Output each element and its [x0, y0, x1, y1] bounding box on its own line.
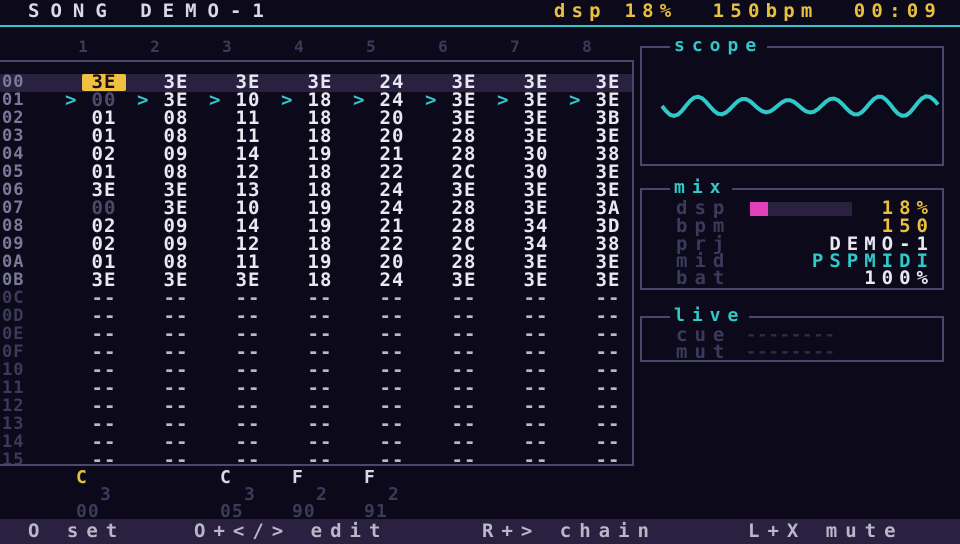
- column-header-5: 5: [366, 37, 376, 56]
- row-number: 13: [2, 414, 25, 434]
- play-position-arrow: >: [281, 89, 293, 111]
- mix-label-bat: bat: [676, 267, 732, 289]
- mute-slots[interactable]: --------: [746, 344, 836, 361]
- column-header-7: 7: [510, 37, 520, 56]
- row-number: 06: [2, 180, 25, 200]
- row-number: 0A: [2, 252, 25, 272]
- mix-value-dsp: 18%: [881, 197, 934, 219]
- chain-col1-top: C: [76, 467, 87, 488]
- bpm-status: 150bpm: [712, 0, 819, 22]
- chain-col5-bot: 91: [364, 501, 388, 522]
- scope-waveform: [660, 94, 940, 119]
- row-number: 0F: [2, 342, 25, 362]
- mix-value-bpm: 150: [881, 215, 934, 237]
- chain-col1-bot: 00: [76, 501, 100, 522]
- dsp-status: dsp 18%: [553, 0, 678, 22]
- status-readout: dsp 18% 150bpm 00:09: [554, 0, 942, 22]
- scope-title: scope: [670, 37, 768, 55]
- chain-col1-mid: 3: [100, 484, 111, 505]
- chain-col4-mid: 2: [316, 484, 327, 505]
- play-position-arrow: >: [425, 89, 437, 111]
- row-number: 14: [2, 432, 25, 452]
- song-cell[interactable]: --: [583, 451, 632, 465]
- song-cell[interactable]: --: [151, 451, 201, 465]
- chain-col5-mid: 2: [388, 484, 399, 505]
- mix-value-bat: 100%: [864, 267, 934, 289]
- dsp-meter: [750, 202, 852, 216]
- play-position-arrow: >: [65, 89, 77, 111]
- row-number: 08: [2, 216, 25, 236]
- song-cell[interactable]: --: [439, 451, 489, 465]
- mix-title: mix: [670, 179, 732, 197]
- song-cell[interactable]: --: [295, 451, 345, 465]
- help-footer: O set O+</> edit R+> chain L+X mute: [0, 519, 960, 544]
- chain-col4-top: F: [292, 467, 303, 488]
- top-status-bar: SONG DEMO-1 dsp 18% 150bpm 00:09: [0, 0, 960, 24]
- header-divider: [0, 25, 960, 27]
- chain-col3-top: C: [220, 467, 231, 488]
- row-number: 03: [2, 126, 25, 146]
- scope-panel: [640, 46, 944, 166]
- column-header-4: 4: [294, 37, 304, 56]
- column-header-6: 6: [438, 37, 448, 56]
- row-number: 02: [2, 108, 25, 128]
- play-position-arrow: >: [209, 89, 221, 111]
- row-number: 0E: [2, 324, 25, 344]
- live-title: live: [670, 307, 750, 325]
- row-number: 12: [2, 396, 25, 416]
- row-number: 04: [2, 144, 25, 164]
- row-number: 09: [2, 234, 25, 254]
- hint-edit: O+</> edit: [194, 520, 389, 542]
- song-cell[interactable]: --: [223, 451, 273, 465]
- chain-col3-bot: 05: [220, 501, 244, 522]
- row-number: 0D: [2, 306, 25, 326]
- row-number: 11: [2, 378, 25, 398]
- row-number: 0B: [2, 270, 25, 290]
- hint-set: O set: [28, 520, 126, 542]
- column-header-2: 2: [150, 37, 160, 56]
- play-position-arrow: >: [353, 89, 365, 111]
- cue-slots[interactable]: --------: [746, 327, 836, 344]
- chain-col4-bot: 90: [292, 501, 316, 522]
- row-number: 15: [2, 450, 25, 466]
- row-number: 10: [2, 360, 25, 380]
- play-position-arrow: >: [497, 89, 509, 111]
- song-title: SONG DEMO-1: [28, 0, 275, 22]
- row-number: 07: [2, 198, 25, 218]
- mix-label-bpm: bpm: [676, 215, 732, 237]
- mix-label-dsp: dsp: [676, 197, 732, 219]
- column-header-1: 1: [78, 37, 88, 56]
- live-label-mut: mut: [676, 341, 732, 363]
- hint-chain: R+> chain: [482, 520, 657, 542]
- play-position-arrow: >: [569, 89, 581, 111]
- row-number: 0C: [2, 288, 25, 308]
- song-cell[interactable]: --: [79, 451, 129, 465]
- chain-col3-mid: 3: [244, 484, 255, 505]
- column-header-3: 3: [222, 37, 232, 56]
- time-status: 00:09: [853, 0, 942, 22]
- song-cell[interactable]: --: [511, 451, 561, 465]
- chain-col5-top: F: [364, 467, 375, 488]
- dsp-meter-fill: [750, 202, 769, 216]
- column-header-8: 8: [582, 37, 592, 56]
- song-cell[interactable]: --: [367, 451, 417, 465]
- row-number: 00: [2, 72, 25, 92]
- hint-mute: L+X mute: [748, 520, 904, 542]
- song-grid[interactable]: 00 3E 3E 3E 3E 24 3E 3E 3E 01 00 >3E >10 >18 >24 >3E >3E…: [0, 60, 634, 466]
- play-position-arrow: >: [137, 89, 149, 111]
- row-number: 05: [2, 162, 25, 182]
- row-number: 01: [2, 90, 25, 110]
